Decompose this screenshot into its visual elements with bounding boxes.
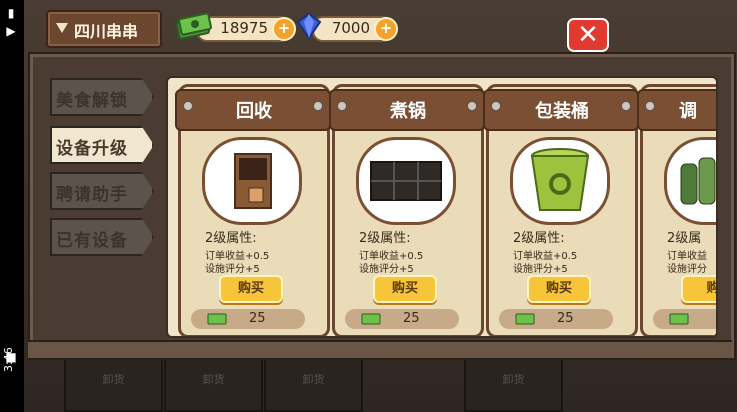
equipment-card: 调 2级属 订单收益 设施评分 购 [637,84,716,336]
shop-name: 四川串串 [74,22,139,41]
buy-button[interactable]: 购买 [527,275,591,303]
buy-button[interactable]: 购 [681,275,716,303]
card-bonus-rating: 设施评分+5 [513,264,568,275]
card-bonus-rating: 设施评分+5 [205,264,260,275]
card-title: 回收 [236,101,272,122]
tab-label: 美食解锁 [56,91,128,111]
tab-owned-equipment[interactable]: 已有设备 [50,218,154,256]
price-value: 25 [249,311,266,326]
play-icon: ▶ [6,24,16,38]
status-time: 3:46 [2,347,15,372]
card-level: 2级属性: [205,231,257,246]
cash-icon [669,313,689,325]
status-bar: ▮ ▶ ■ 3:46 [0,0,24,412]
gem-value: 7000 [331,19,370,37]
card-level: 2级属性: [359,231,411,246]
gem-icon [296,12,322,40]
price-value: 25 [557,311,574,326]
price-tag: 25 [345,309,459,329]
tab-label: 已有设备 [56,231,128,251]
cash-value: 18975 [220,19,268,37]
equipment-card: 包装桶 2级属性: 订单收益+0.5 设施评分+5 购买 25 [483,84,639,336]
tab-hire-helper[interactable]: 聘请助手 [50,172,154,210]
card-bonus-rating: 设施评分+5 [359,264,414,275]
seasoning-bottles-icon [664,137,716,225]
gem-counter: 7000 + [312,16,398,42]
signal-icon: ▮ [7,6,15,20]
equipment-list[interactable]: 回收 2级属性: 订单收益+0.5 设施评分+5 购买 25 煮锅 2级属性: … [166,76,718,338]
card-title: 煮锅 [390,101,426,122]
add-gems-button[interactable]: + [374,17,398,41]
card-level: 2级属 [667,231,702,246]
card-title: 包装桶 [535,101,589,122]
close-button[interactable]: ✕ [567,18,609,52]
shop-selector[interactable]: 四川串串 [46,10,162,48]
packaging-bucket-icon [510,137,610,225]
equipment-card: 煮锅 2级属性: 订单收益+0.5 设施评分+5 购买 25 [329,84,485,336]
cash-icon [515,313,535,325]
cooking-pot-icon [356,137,456,225]
price-tag: 25 [191,309,305,329]
equipment-card: 回收 2级属性: 订单收益+0.5 设施评分+5 购买 25 [175,84,331,336]
add-cash-button[interactable]: + [272,17,296,41]
card-title: 调 [679,101,697,122]
panel-footer [28,340,732,358]
cash-icon [207,313,227,325]
buy-button[interactable]: 购买 [373,275,437,303]
card-bonus-rating: 设施评分 [667,264,707,275]
cash-icon [361,313,381,325]
card-level: 2级属性: [513,231,565,246]
tab-label: 设备升级 [56,139,128,159]
dropdown-arrow-icon [56,23,68,33]
cash-icon [176,12,212,40]
price-value: 25 [403,311,420,326]
price-tag: 25 [499,309,613,329]
buy-button[interactable]: 购买 [219,275,283,303]
recycle-bin-icon [202,137,302,225]
tab-food-unlock[interactable]: 美食解锁 [50,78,154,116]
tab-equipment-upgrade[interactable]: 设备升级 [50,126,154,164]
tab-label: 聘请助手 [56,185,128,205]
price-tag [653,309,716,329]
